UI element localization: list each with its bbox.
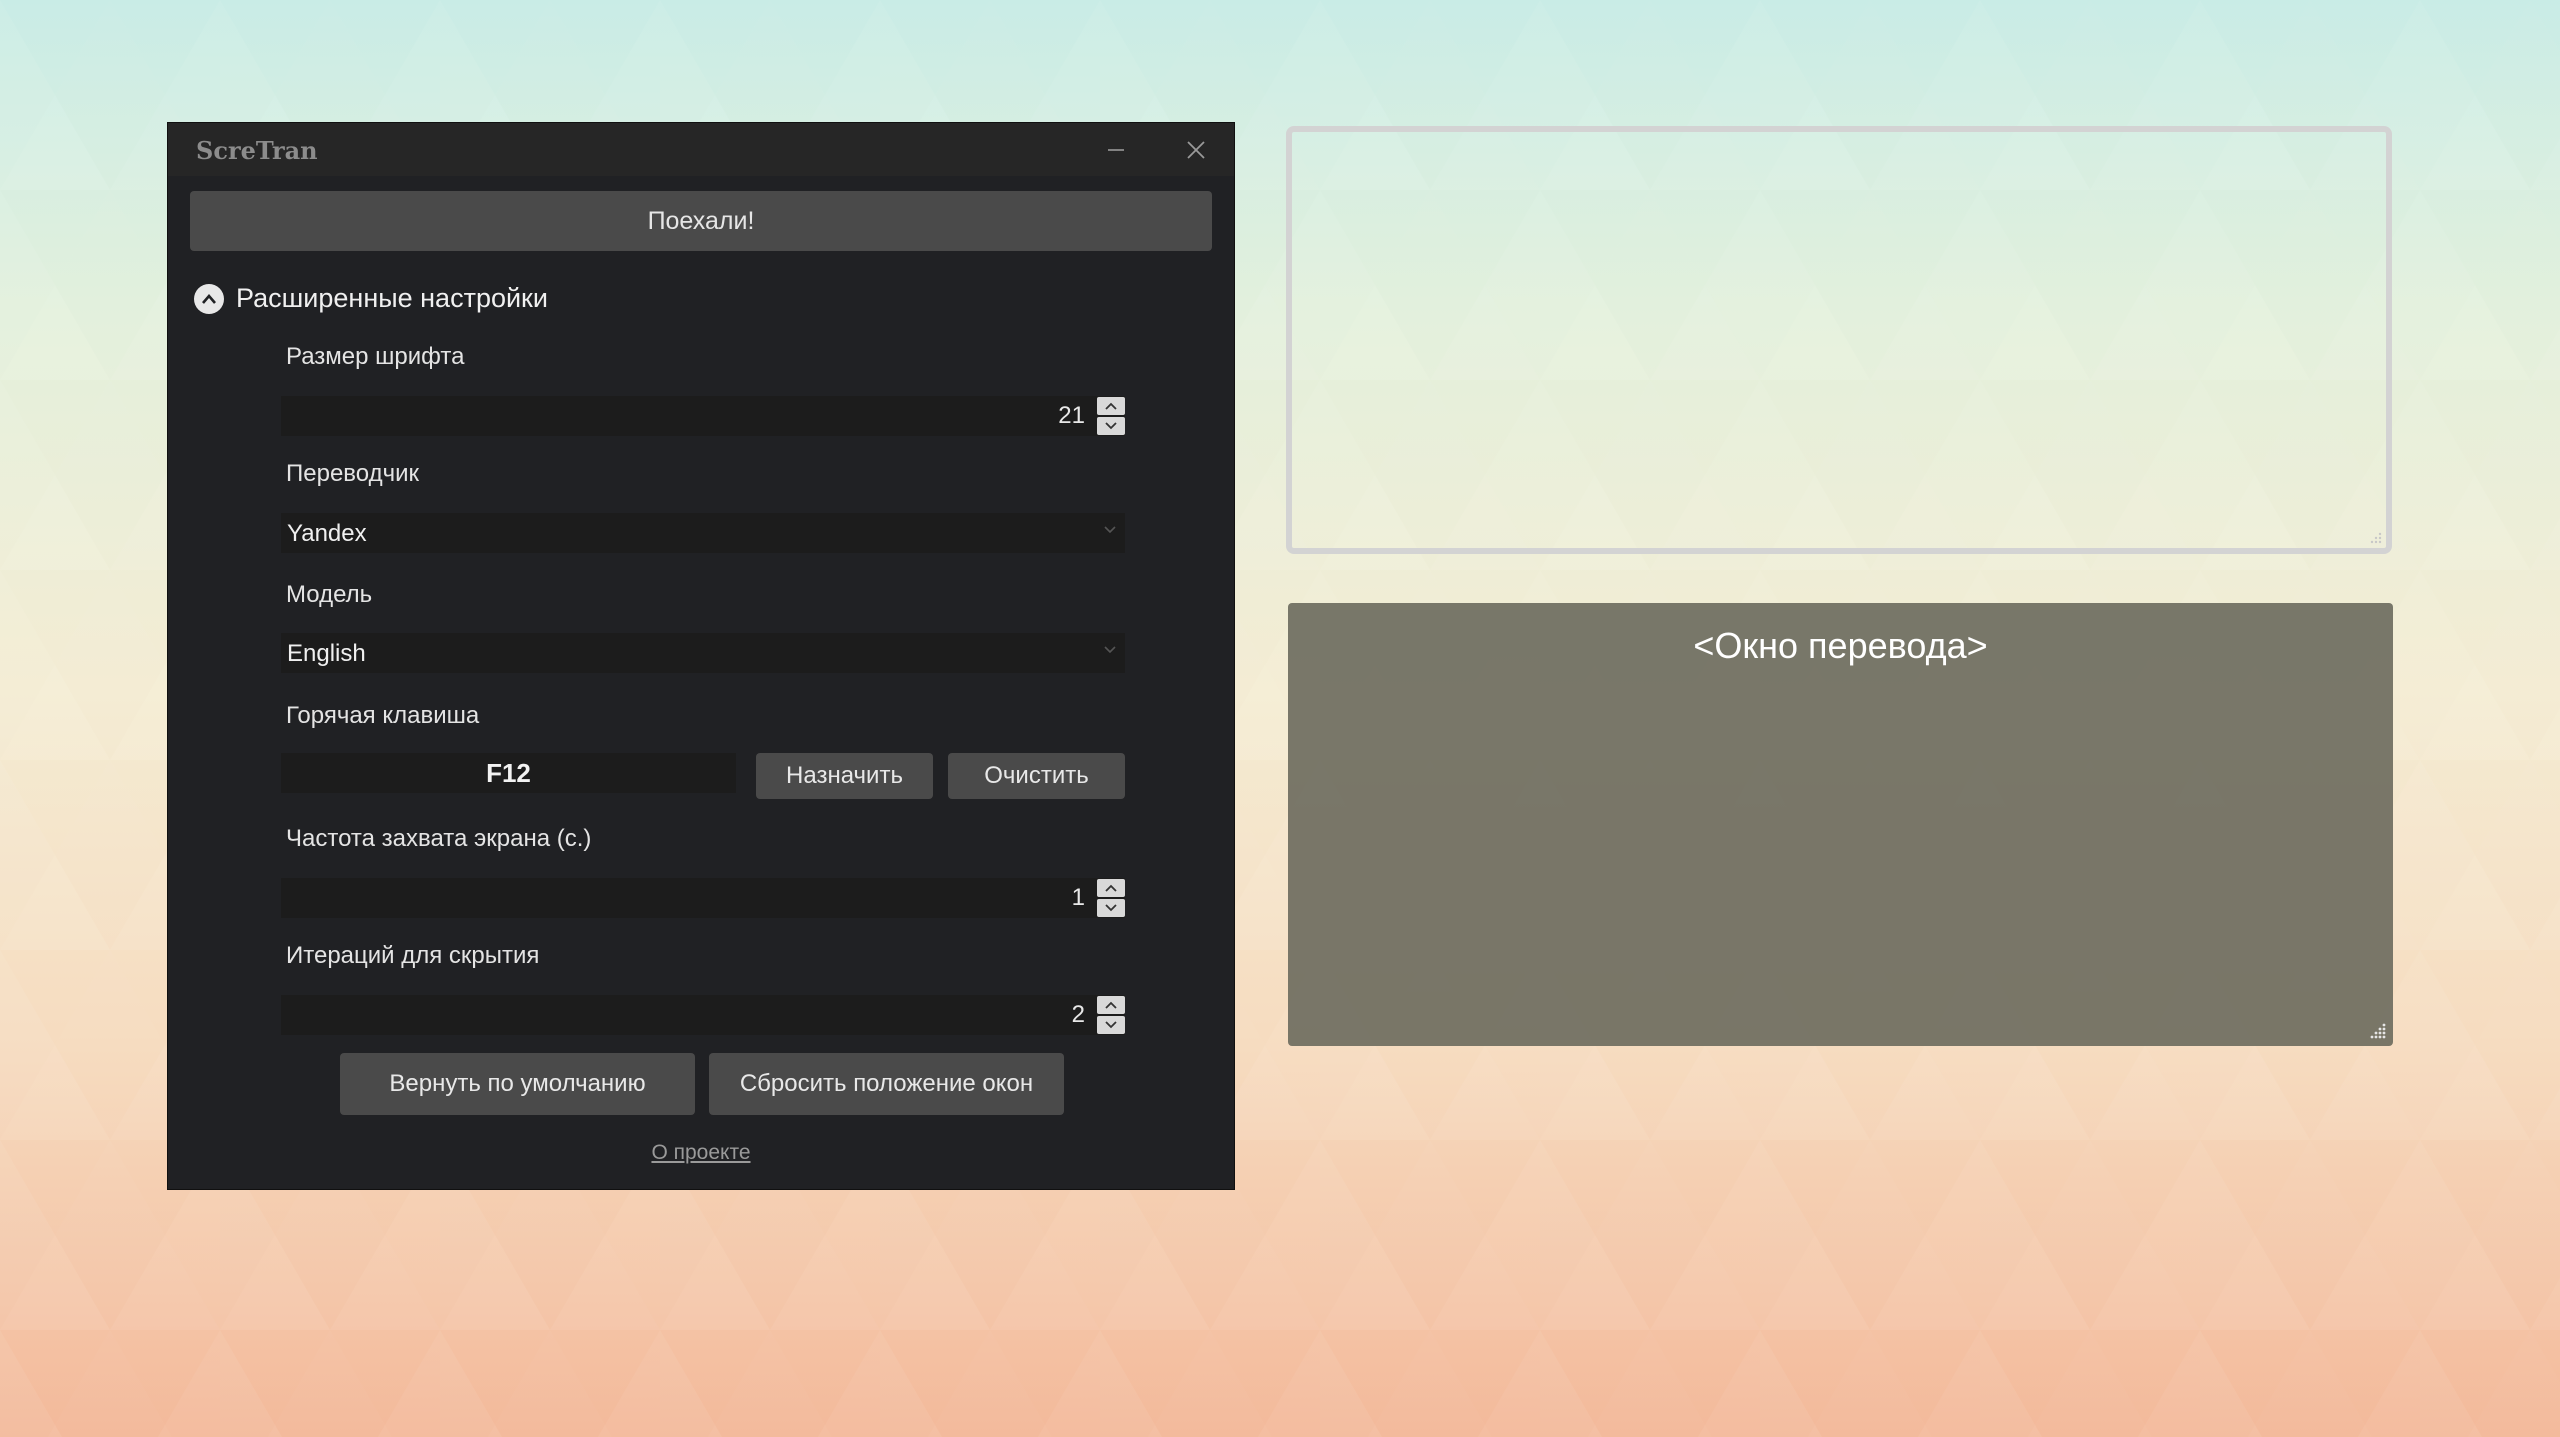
advanced-settings-toggle[interactable]: Расширенные настройки bbox=[194, 283, 548, 314]
app-title: ScreTran bbox=[196, 136, 318, 165]
chevron-down-icon bbox=[1104, 646, 1116, 654]
model-label: Модель bbox=[286, 581, 373, 608]
capture-rate-label: Частота захвата экрана (с.) bbox=[286, 825, 592, 852]
hide-iterations-input[interactable]: 2 bbox=[281, 995, 1125, 1035]
about-link[interactable]: О проекте bbox=[168, 1141, 1234, 1165]
font-size-input[interactable]: 21 bbox=[281, 396, 1125, 436]
translator-value: Yandex bbox=[287, 520, 367, 547]
hide-iterations-spinner bbox=[1097, 995, 1125, 1035]
arrow-down-icon bbox=[1105, 422, 1117, 430]
translator-label: Переводчик bbox=[286, 460, 420, 487]
hide-iterations-value: 2 bbox=[1071, 1001, 1085, 1028]
font-size-value: 21 bbox=[1058, 402, 1085, 429]
assign-hotkey-button[interactable]: Назначить bbox=[756, 753, 933, 799]
arrow-up-icon bbox=[1105, 402, 1117, 410]
title-bar[interactable]: ScreTran bbox=[168, 123, 1234, 176]
reset-window-positions-button[interactable]: Сбросить положение окон bbox=[709, 1053, 1064, 1115]
advanced-settings-label: Расширенные настройки bbox=[236, 283, 548, 313]
hide-iterations-label: Итераций для скрытия bbox=[286, 942, 540, 969]
arrow-down-icon bbox=[1105, 904, 1117, 912]
capture-rate-spinner bbox=[1097, 878, 1125, 918]
model-select[interactable]: English bbox=[281, 633, 1125, 673]
font-size-label: Размер шрифта bbox=[286, 343, 465, 370]
hotkey-field[interactable]: F12 bbox=[281, 753, 736, 793]
font-size-spinner bbox=[1097, 396, 1125, 436]
arrow-down-icon bbox=[1105, 1021, 1117, 1029]
start-button[interactable]: Поехали! bbox=[190, 191, 1212, 251]
model-value: English bbox=[287, 640, 366, 667]
spin-up-button[interactable] bbox=[1097, 879, 1125, 897]
minimize-button[interactable] bbox=[1081, 123, 1151, 176]
reset-defaults-button[interactable]: Вернуть по умолчанию bbox=[340, 1053, 695, 1115]
clear-hotkey-button[interactable]: Очистить bbox=[948, 753, 1125, 799]
chevron-down-icon bbox=[1104, 526, 1116, 534]
app-window: ScreTran Поехали! Расширенные настройки … bbox=[168, 123, 1234, 1189]
arrow-up-icon bbox=[1105, 1001, 1117, 1009]
chevron-up-icon bbox=[194, 283, 224, 314]
resize-grip-icon[interactable] bbox=[2368, 530, 2382, 544]
capture-rate-value: 1 bbox=[1071, 884, 1085, 911]
spin-down-button[interactable] bbox=[1097, 1016, 1125, 1034]
translation-window-label: <Окно перевода> bbox=[1693, 625, 1988, 666]
spin-up-button[interactable] bbox=[1097, 397, 1125, 415]
capture-rate-input[interactable]: 1 bbox=[281, 878, 1125, 918]
close-button[interactable] bbox=[1161, 123, 1231, 176]
capture-area-frame[interactable] bbox=[1286, 126, 2392, 554]
spin-down-button[interactable] bbox=[1097, 899, 1125, 917]
arrow-up-icon bbox=[1105, 884, 1117, 892]
translation-window[interactable]: <Окно перевода> bbox=[1288, 603, 2393, 1046]
translator-select[interactable]: Yandex bbox=[281, 513, 1125, 553]
minimize-icon bbox=[1108, 148, 1124, 151]
spin-up-button[interactable] bbox=[1097, 996, 1125, 1014]
hotkey-label: Горячая клавиша bbox=[286, 702, 480, 729]
resize-grip-icon[interactable] bbox=[2369, 1022, 2387, 1040]
close-icon bbox=[1187, 140, 1205, 159]
spin-down-button[interactable] bbox=[1097, 417, 1125, 435]
